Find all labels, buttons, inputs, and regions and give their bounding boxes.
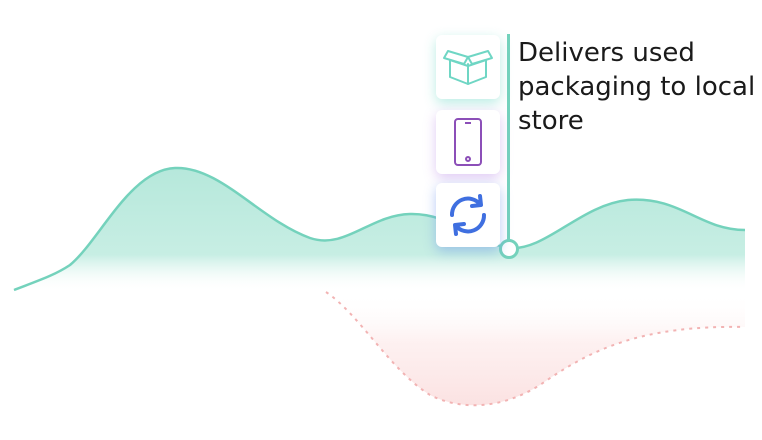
sync-icon: [442, 189, 494, 241]
sync-card[interactable]: [436, 183, 500, 247]
timeline-marker-dot[interactable]: [499, 239, 519, 259]
timeline-illustration: Delivers used packaging to local store: [0, 0, 762, 440]
phone-card[interactable]: [436, 110, 500, 174]
box-icon: [442, 47, 494, 87]
positive-area: [14, 167, 745, 292]
timeline-marker-line: [507, 34, 510, 241]
step-caption: Delivers used packaging to local store: [518, 38, 756, 136]
box-card[interactable]: [436, 35, 500, 99]
phone-icon: [452, 117, 484, 167]
